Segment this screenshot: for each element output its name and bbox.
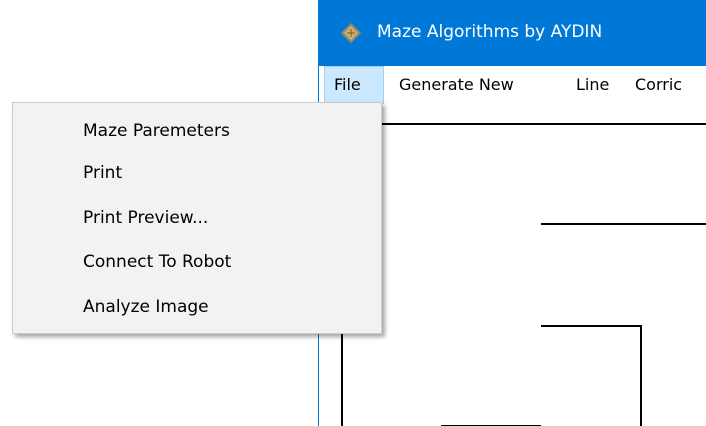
menu-corridor[interactable]: Corric [635,66,682,104]
menu-generate-new[interactable]: Generate New [399,66,514,104]
menu-item-print-preview[interactable]: Print Preview... [83,203,208,233]
maze-diamond-icon [341,23,361,43]
menu-line[interactable]: Line [576,66,609,104]
title-bar[interactable]: Maze Algorithms by AYDIN [319,0,706,66]
menu-item-print[interactable]: Print [83,158,122,188]
menu-file[interactable]: File [324,66,384,104]
file-menu-dropdown: Maze Paremeters Print Print Preview... C… [12,102,382,334]
menu-item-analyze-image[interactable]: Analyze Image [83,292,209,322]
menu-item-maze-parameters[interactable]: Maze Paremeters [83,116,230,146]
menu-bar: File Generate New Line Corric [319,66,706,105]
menu-item-connect-to-robot[interactable]: Connect To Robot [83,247,231,277]
window-title: Maze Algorithms by AYDIN [377,22,603,42]
